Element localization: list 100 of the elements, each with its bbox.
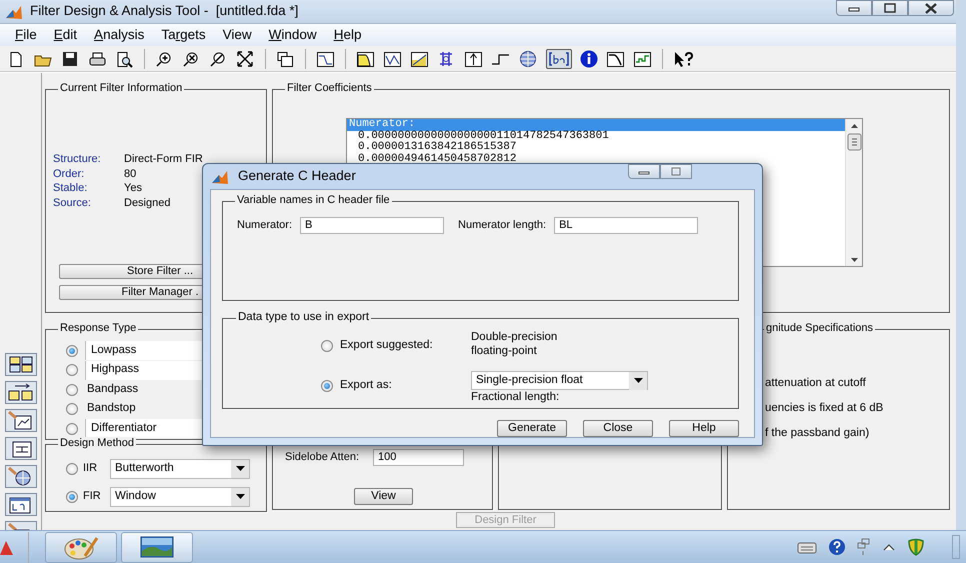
filter-plot-icon[interactable] xyxy=(316,50,335,68)
menu-item[interactable]: Window xyxy=(268,26,317,44)
impulse-icon[interactable] xyxy=(464,50,483,68)
field-label: Numerator: xyxy=(237,219,292,232)
radio-button[interactable] xyxy=(66,384,78,396)
sidelobe-field[interactable]: 100 xyxy=(373,449,464,466)
app-logo-icon xyxy=(5,4,23,20)
field-label: Sidelobe Atten: xyxy=(285,450,360,464)
globe-grid-icon[interactable] xyxy=(518,50,538,68)
option-label: Export suggested: xyxy=(340,339,433,353)
group-title: Data type to use in export xyxy=(236,311,372,324)
scroll-thumb-icon[interactable] xyxy=(846,133,862,151)
help-pointer-icon[interactable] xyxy=(673,50,695,68)
radio-button[interactable] xyxy=(66,403,78,416)
option-label: Export as: xyxy=(340,379,392,394)
panel-title: Design Method xyxy=(58,436,136,450)
menu-item[interactable]: File xyxy=(15,26,37,44)
sidebar-button[interactable] xyxy=(4,465,36,488)
print-preview-icon[interactable] xyxy=(115,50,134,68)
sidebar-button[interactable] xyxy=(4,353,36,376)
field-label: Source: xyxy=(53,196,92,210)
type-dropdown[interactable]: Single-precision float xyxy=(471,371,648,390)
type-description: Double-precision floating-point xyxy=(471,331,558,359)
spec-text: attenuation at cutoff xyxy=(765,376,867,391)
radio-button[interactable] xyxy=(66,344,78,357)
coefficients-toggle[interactable] xyxy=(546,48,572,68)
wave-plot-icon[interactable] xyxy=(383,50,402,68)
panel-title: Response Type xyxy=(58,322,138,335)
maximize-icon xyxy=(882,2,898,14)
pencil-chart-icon xyxy=(7,410,34,431)
method-dropdown[interactable]: Butterworth xyxy=(110,458,250,478)
dialog-title: Generate C Header xyxy=(238,168,356,185)
chevron-up-icon[interactable] xyxy=(882,542,896,552)
field-value: 80 xyxy=(124,166,136,181)
caret-icon xyxy=(236,494,244,499)
maximize-button[interactable] xyxy=(872,0,908,16)
option-label: Bandpass xyxy=(87,382,138,397)
menu-item[interactable]: Targets xyxy=(161,26,206,44)
menu-item[interactable]: Edit xyxy=(54,26,78,44)
scrollbar[interactable] xyxy=(845,119,862,266)
radio-button[interactable] xyxy=(66,422,78,435)
taskbar-button[interactable] xyxy=(121,532,193,562)
window-title: Filter Design & Analysis Tool - [untitled.fda *] xyxy=(30,3,298,20)
sidebar-button[interactable] xyxy=(4,381,36,404)
block-grid-icon xyxy=(7,354,34,375)
list-item[interactable]: 0.0000049461450458702812 xyxy=(347,154,845,166)
radio-button[interactable] xyxy=(66,364,78,376)
radio-button[interactable] xyxy=(66,462,78,474)
spec-text: uencies is fixed at 6 dB xyxy=(765,401,884,416)
shield-icon[interactable] xyxy=(907,538,925,556)
close-icon xyxy=(923,2,939,14)
list-item[interactable]: 0.0000013163842186515387 xyxy=(347,142,845,154)
caret-icon xyxy=(634,378,642,384)
panel-title: gnitude Specifications xyxy=(764,322,876,335)
taskbar-button[interactable] xyxy=(45,532,117,562)
lowpass-plot-icon[interactable] xyxy=(356,50,375,68)
field-label: Fractional length: xyxy=(471,391,560,406)
field-label: Structure: xyxy=(53,152,102,166)
option-label: IIR xyxy=(83,462,98,476)
close-button[interactable] xyxy=(908,0,954,16)
field-value: Yes xyxy=(124,181,142,196)
bracket-ba-icon xyxy=(548,50,570,66)
spec-text: f the passband gain) xyxy=(765,426,870,441)
menu-item[interactable]: Help xyxy=(334,26,362,44)
field-label: Numerator length: xyxy=(458,219,546,232)
dialog-button[interactable]: Help xyxy=(669,420,739,437)
caret-icon xyxy=(236,466,244,471)
list-item[interactable]: 0.000000000000000000011014782547363801 xyxy=(347,130,845,142)
dialog-button[interactable]: Close xyxy=(583,420,653,437)
sidebar-button[interactable] xyxy=(4,493,36,516)
radio-button[interactable] xyxy=(321,340,333,352)
name-field[interactable]: B xyxy=(300,217,444,234)
menu-item[interactable]: Analysis xyxy=(94,26,144,44)
radio-button[interactable] xyxy=(66,490,78,502)
sidebar-button[interactable] xyxy=(4,409,36,432)
dialog-button[interactable]: Generate xyxy=(497,420,567,437)
method-dropdown[interactable]: Window xyxy=(110,486,250,506)
field-label: Stable: xyxy=(53,181,88,196)
info-icon[interactable] xyxy=(580,50,598,68)
minimize-button[interactable] xyxy=(628,164,660,179)
radio-button[interactable] xyxy=(321,380,333,392)
print-icon[interactable] xyxy=(88,50,107,68)
minimize-button[interactable] xyxy=(836,0,872,16)
picture-viewer-icon xyxy=(139,535,175,559)
help-icon[interactable] xyxy=(828,538,846,556)
field-label: Order: xyxy=(53,166,86,181)
phase-plot-icon[interactable] xyxy=(410,50,429,68)
keyboard-icon[interactable] xyxy=(797,540,817,554)
name-field[interactable]: BL xyxy=(554,217,698,234)
full-view-icon[interactable] xyxy=(236,50,255,68)
sidebar-button[interactable] xyxy=(4,437,36,460)
view-button[interactable]: View xyxy=(354,488,413,505)
menu-item[interactable]: View xyxy=(222,26,252,44)
field-value: Designed xyxy=(124,196,170,210)
app-logo-icon xyxy=(211,168,229,184)
new-window-icon[interactable] xyxy=(276,50,295,68)
rolloff-plot-icon[interactable] xyxy=(606,50,625,68)
save-icon[interactable] xyxy=(61,50,80,68)
field-value: Direct-Form FIR xyxy=(124,152,203,166)
staircase-plot-icon[interactable] xyxy=(633,50,652,68)
